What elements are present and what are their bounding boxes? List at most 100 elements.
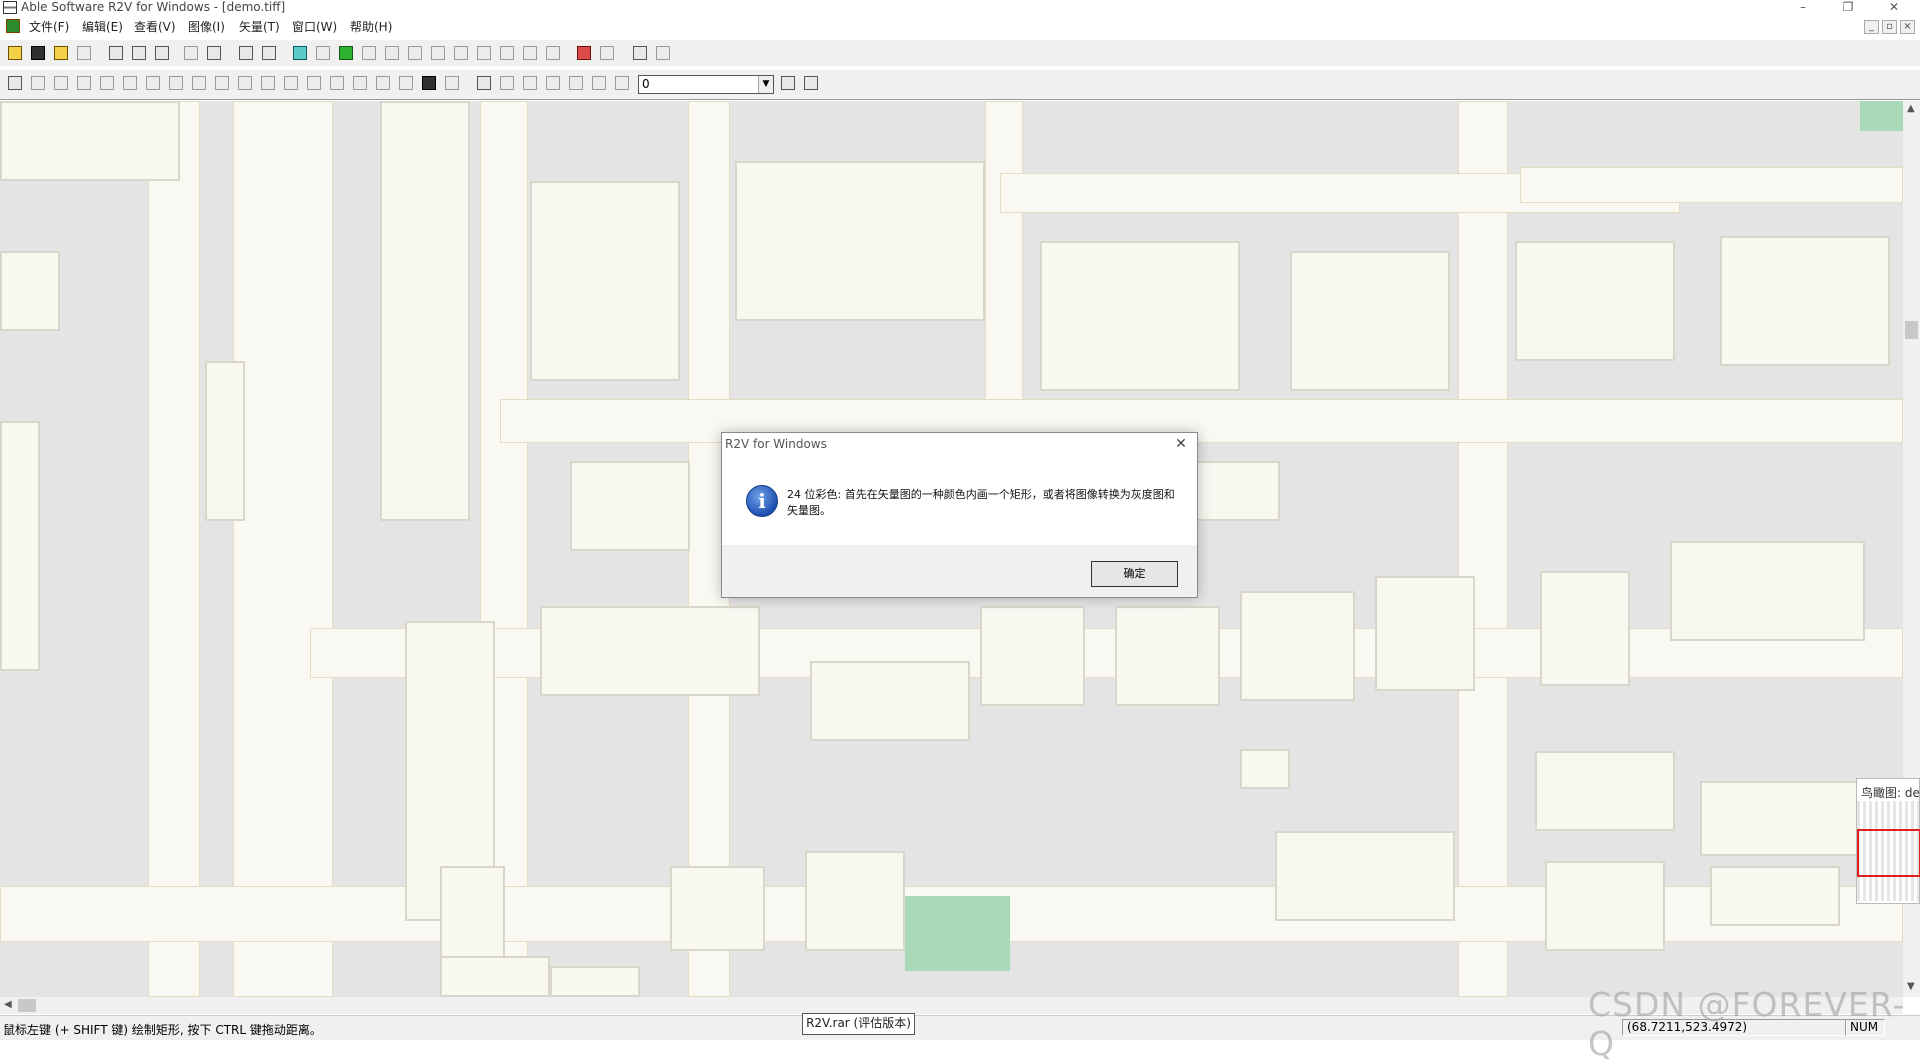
text-icon[interactable]	[396, 73, 416, 93]
chevron-down-icon[interactable]: ▼	[758, 76, 773, 93]
watermark: CSDN @FOREVER-Q	[1588, 985, 1906, 1063]
map-building	[1040, 241, 1240, 391]
close-button[interactable]: ✕	[1871, 0, 1917, 16]
ok-button[interactable]: 确定	[1091, 561, 1178, 587]
zoom-in-icon[interactable]	[106, 43, 126, 63]
point-info-icon[interactable]	[589, 73, 609, 93]
zoom-out-icon[interactable]	[129, 43, 149, 63]
target-icon[interactable]	[543, 43, 563, 63]
gear-icon[interactable]	[474, 43, 494, 63]
extend-icon[interactable]	[281, 73, 301, 93]
child-close-button[interactable]: ×	[1900, 20, 1915, 34]
map-road	[1458, 101, 1508, 997]
restore-button[interactable]: ❐	[1825, 0, 1871, 16]
split-icon[interactable]	[405, 43, 425, 63]
horizontal-scroll-thumb[interactable]	[18, 999, 36, 1012]
frame-icon[interactable]	[259, 43, 279, 63]
diagonal-icon[interactable]	[258, 73, 278, 93]
vector-view-icon[interactable]	[336, 43, 356, 63]
context-help-icon[interactable]	[653, 43, 673, 63]
horizontal-icon[interactable]	[120, 73, 140, 93]
pointer-icon[interactable]	[474, 73, 494, 93]
connect-icon[interactable]	[143, 73, 163, 93]
overview-panel[interactable]: 鸟瞰图: demo.tiff	[1856, 778, 1920, 904]
fit-icon[interactable]	[236, 43, 256, 63]
layer-props-icon[interactable]	[801, 73, 821, 93]
undo-icon[interactable]	[181, 43, 201, 63]
trace-icon[interactable]	[74, 73, 94, 93]
child-restore-button[interactable]: ▫	[1882, 20, 1897, 34]
menu-view[interactable]: 查看(V)	[134, 20, 176, 34]
draw-line-icon[interactable]	[28, 73, 48, 93]
snap-icon[interactable]	[451, 43, 471, 63]
image-view-icon[interactable]	[290, 43, 310, 63]
break-icon[interactable]	[166, 73, 186, 93]
offset-icon[interactable]	[327, 73, 347, 93]
line-value-combo[interactable]: 0 ▼	[638, 75, 774, 94]
join-icon[interactable]	[428, 43, 448, 63]
map-building	[1115, 606, 1220, 706]
main-toolbar	[0, 40, 1920, 66]
map-building	[440, 956, 550, 997]
dialog-message: 24 位彩色: 首先在矢量图的一种颜色内画一个矩形，或者将图像转换为灰度图和矢量…	[787, 488, 1175, 517]
table-icon[interactable]	[520, 43, 540, 63]
dialog-close-icon[interactable]: ✕	[1171, 435, 1191, 453]
window-title: Able Software R2V for Windows - [demo.ti…	[21, 0, 286, 14]
document-icon[interactable]	[6, 19, 20, 33]
menu-edit[interactable]: 编辑(E)	[82, 20, 123, 34]
save-icon[interactable]	[28, 43, 48, 63]
point-id-icon[interactable]	[566, 73, 586, 93]
map-building	[1540, 571, 1630, 686]
map-building	[980, 606, 1085, 706]
map-building	[810, 661, 970, 741]
extent-icon[interactable]	[313, 43, 333, 63]
grid-icon[interactable]	[497, 43, 517, 63]
label-icon[interactable]	[350, 73, 370, 93]
select-arrow-icon[interactable]	[204, 43, 224, 63]
info-icon: i	[746, 485, 778, 517]
map-building	[670, 866, 765, 951]
select-tool-icon[interactable]	[5, 73, 25, 93]
menu-vector[interactable]: 矢量(T)	[239, 20, 280, 34]
map-road	[148, 101, 200, 997]
help-icon[interactable]	[630, 43, 650, 63]
point-move-icon[interactable]	[543, 73, 563, 93]
hatch-icon[interactable]	[373, 73, 393, 93]
line-tool-icon[interactable]	[359, 43, 379, 63]
open-icon[interactable]	[5, 43, 25, 63]
map-building	[1240, 591, 1355, 701]
measure-icon[interactable]	[597, 43, 617, 63]
status-hint: 鼠标左键 (+ SHIFT 键) 绘制矩形, 按下 CTRL 键拖动距离。	[3, 1023, 322, 1037]
save-vector-icon[interactable]	[74, 43, 94, 63]
scroll-up-icon[interactable]: ▲	[1907, 103, 1915, 114]
minimize-button[interactable]: –	[1780, 0, 1826, 16]
vertical-icon[interactable]	[97, 73, 117, 93]
map-building	[1710, 866, 1840, 926]
menu-image[interactable]: 图像(I)	[188, 20, 225, 34]
map-road	[1520, 167, 1903, 203]
find-icon[interactable]	[574, 43, 594, 63]
layer-list-icon[interactable]	[778, 73, 798, 93]
menu-help[interactable]: 帮助(H)	[350, 20, 392, 34]
menu-window[interactable]: 窗口(W)	[292, 20, 337, 34]
align-icon[interactable]	[442, 73, 462, 93]
title-bar: Able Software R2V for Windows - [demo.ti…	[0, 0, 1920, 17]
node-tool-icon[interactable]	[382, 43, 402, 63]
remove-point-icon[interactable]	[520, 73, 540, 93]
open-vector-icon[interactable]	[51, 43, 71, 63]
menu-file[interactable]: 文件(F)	[29, 20, 69, 34]
pan-icon[interactable]	[152, 43, 172, 63]
trim-icon[interactable]	[304, 73, 324, 93]
map-building	[1670, 541, 1865, 641]
fill-icon[interactable]	[419, 73, 439, 93]
move-node-icon[interactable]	[189, 73, 209, 93]
child-minimize-button[interactable]: _	[1864, 20, 1879, 34]
add-point-icon[interactable]	[497, 73, 517, 93]
point-snap-icon[interactable]	[612, 73, 632, 93]
scroll-left-icon[interactable]: ◀	[4, 999, 12, 1010]
rectangle-icon[interactable]	[235, 73, 255, 93]
delete-node-icon[interactable]	[212, 73, 232, 93]
vertical-scroll-thumb[interactable]	[1905, 321, 1918, 339]
overview-viewport-frame[interactable]	[1857, 829, 1920, 877]
draw-curve-icon[interactable]	[51, 73, 71, 93]
